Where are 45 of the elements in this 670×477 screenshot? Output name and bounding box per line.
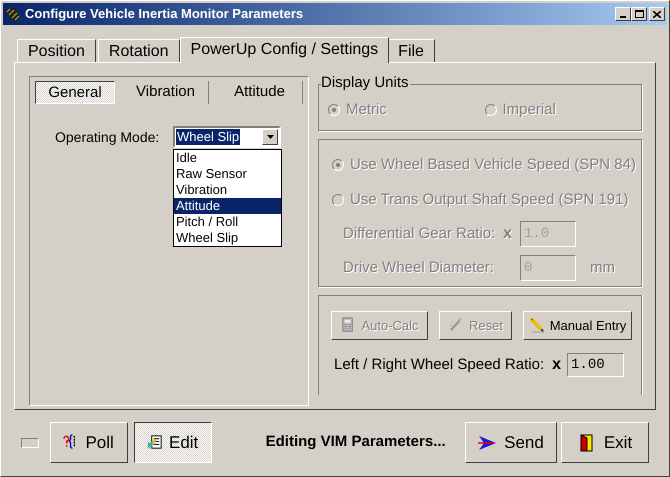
unit-label: mm bbox=[590, 258, 615, 278]
radio-label: Use Wheel Based Vehicle Speed (SPN 84) bbox=[350, 155, 636, 175]
tab[interactable]: Position bbox=[17, 39, 96, 62]
dropdown-option[interactable]: Pitch / Roll bbox=[174, 214, 281, 230]
multiply-sign: x bbox=[503, 224, 513, 244]
poll-button[interactable]: Poll bbox=[50, 422, 128, 463]
dropdown-option[interactable]: Vibration bbox=[174, 182, 281, 198]
pencil-icon bbox=[528, 317, 546, 334]
sub-tab[interactable]: General bbox=[35, 81, 115, 104]
dropdown-option[interactable]: Attitude bbox=[174, 198, 281, 214]
mode-dropdown[interactable]: Wheel Slip bbox=[173, 126, 281, 148]
close-icon bbox=[653, 10, 661, 18]
dropdown-option[interactable]: Idle bbox=[174, 150, 281, 166]
dropdown-option[interactable]: Wheel Slip bbox=[174, 230, 281, 246]
multiply-sign: x bbox=[552, 355, 562, 375]
radio-label: Imperial bbox=[502, 100, 556, 120]
dropdown-option[interactable]: Raw Sensor bbox=[174, 166, 281, 182]
tab[interactable]: PowerUp Config / Settings bbox=[180, 37, 390, 63]
radio-label: Metric bbox=[346, 100, 387, 120]
document-pencil-icon bbox=[146, 434, 164, 451]
group-title: Display Units bbox=[321, 75, 410, 91]
sub-tab[interactable]: Attitude bbox=[217, 81, 303, 104]
tab[interactable]: Rotation bbox=[98, 39, 180, 62]
edit-button[interactable]: Edit bbox=[134, 422, 212, 463]
window-title: Configure Vehicle Inertia Monitor Parameters bbox=[25, 5, 304, 24]
minimize-button[interactable] bbox=[615, 7, 631, 21]
chip-icon bbox=[5, 6, 21, 22]
dropdown-arrow-button[interactable] bbox=[262, 129, 278, 145]
sub-tab[interactable]: Vibration bbox=[123, 81, 209, 104]
radio-label: Use Trans Output Shaft Speed (SPN 191) bbox=[350, 190, 628, 210]
field-label: Left / Right Wheel Speed Ratio: bbox=[334, 354, 544, 375]
status-text: Editing VIM Parameters... bbox=[266, 432, 447, 452]
arrow-icon bbox=[478, 434, 496, 452]
caret-icon bbox=[266, 135, 274, 139]
send-button[interactable]: Send bbox=[465, 422, 557, 463]
close-button[interactable] bbox=[649, 7, 665, 21]
toolbar-button[interactable]: Manual Entry bbox=[523, 311, 632, 340]
exit-button[interactable]: Exit bbox=[561, 422, 649, 463]
ratio-field[interactable]: 1.00 bbox=[567, 353, 624, 377]
tab[interactable]: File bbox=[387, 39, 435, 62]
dropdown-value: Wheel Slip bbox=[176, 129, 240, 145]
field-label: Drive Wheel Diameter: bbox=[343, 258, 495, 278]
field-label: Operating Mode: bbox=[55, 128, 160, 147]
maximize-button[interactable] bbox=[631, 7, 647, 21]
field-label: Differential Gear Ratio: bbox=[343, 224, 496, 244]
